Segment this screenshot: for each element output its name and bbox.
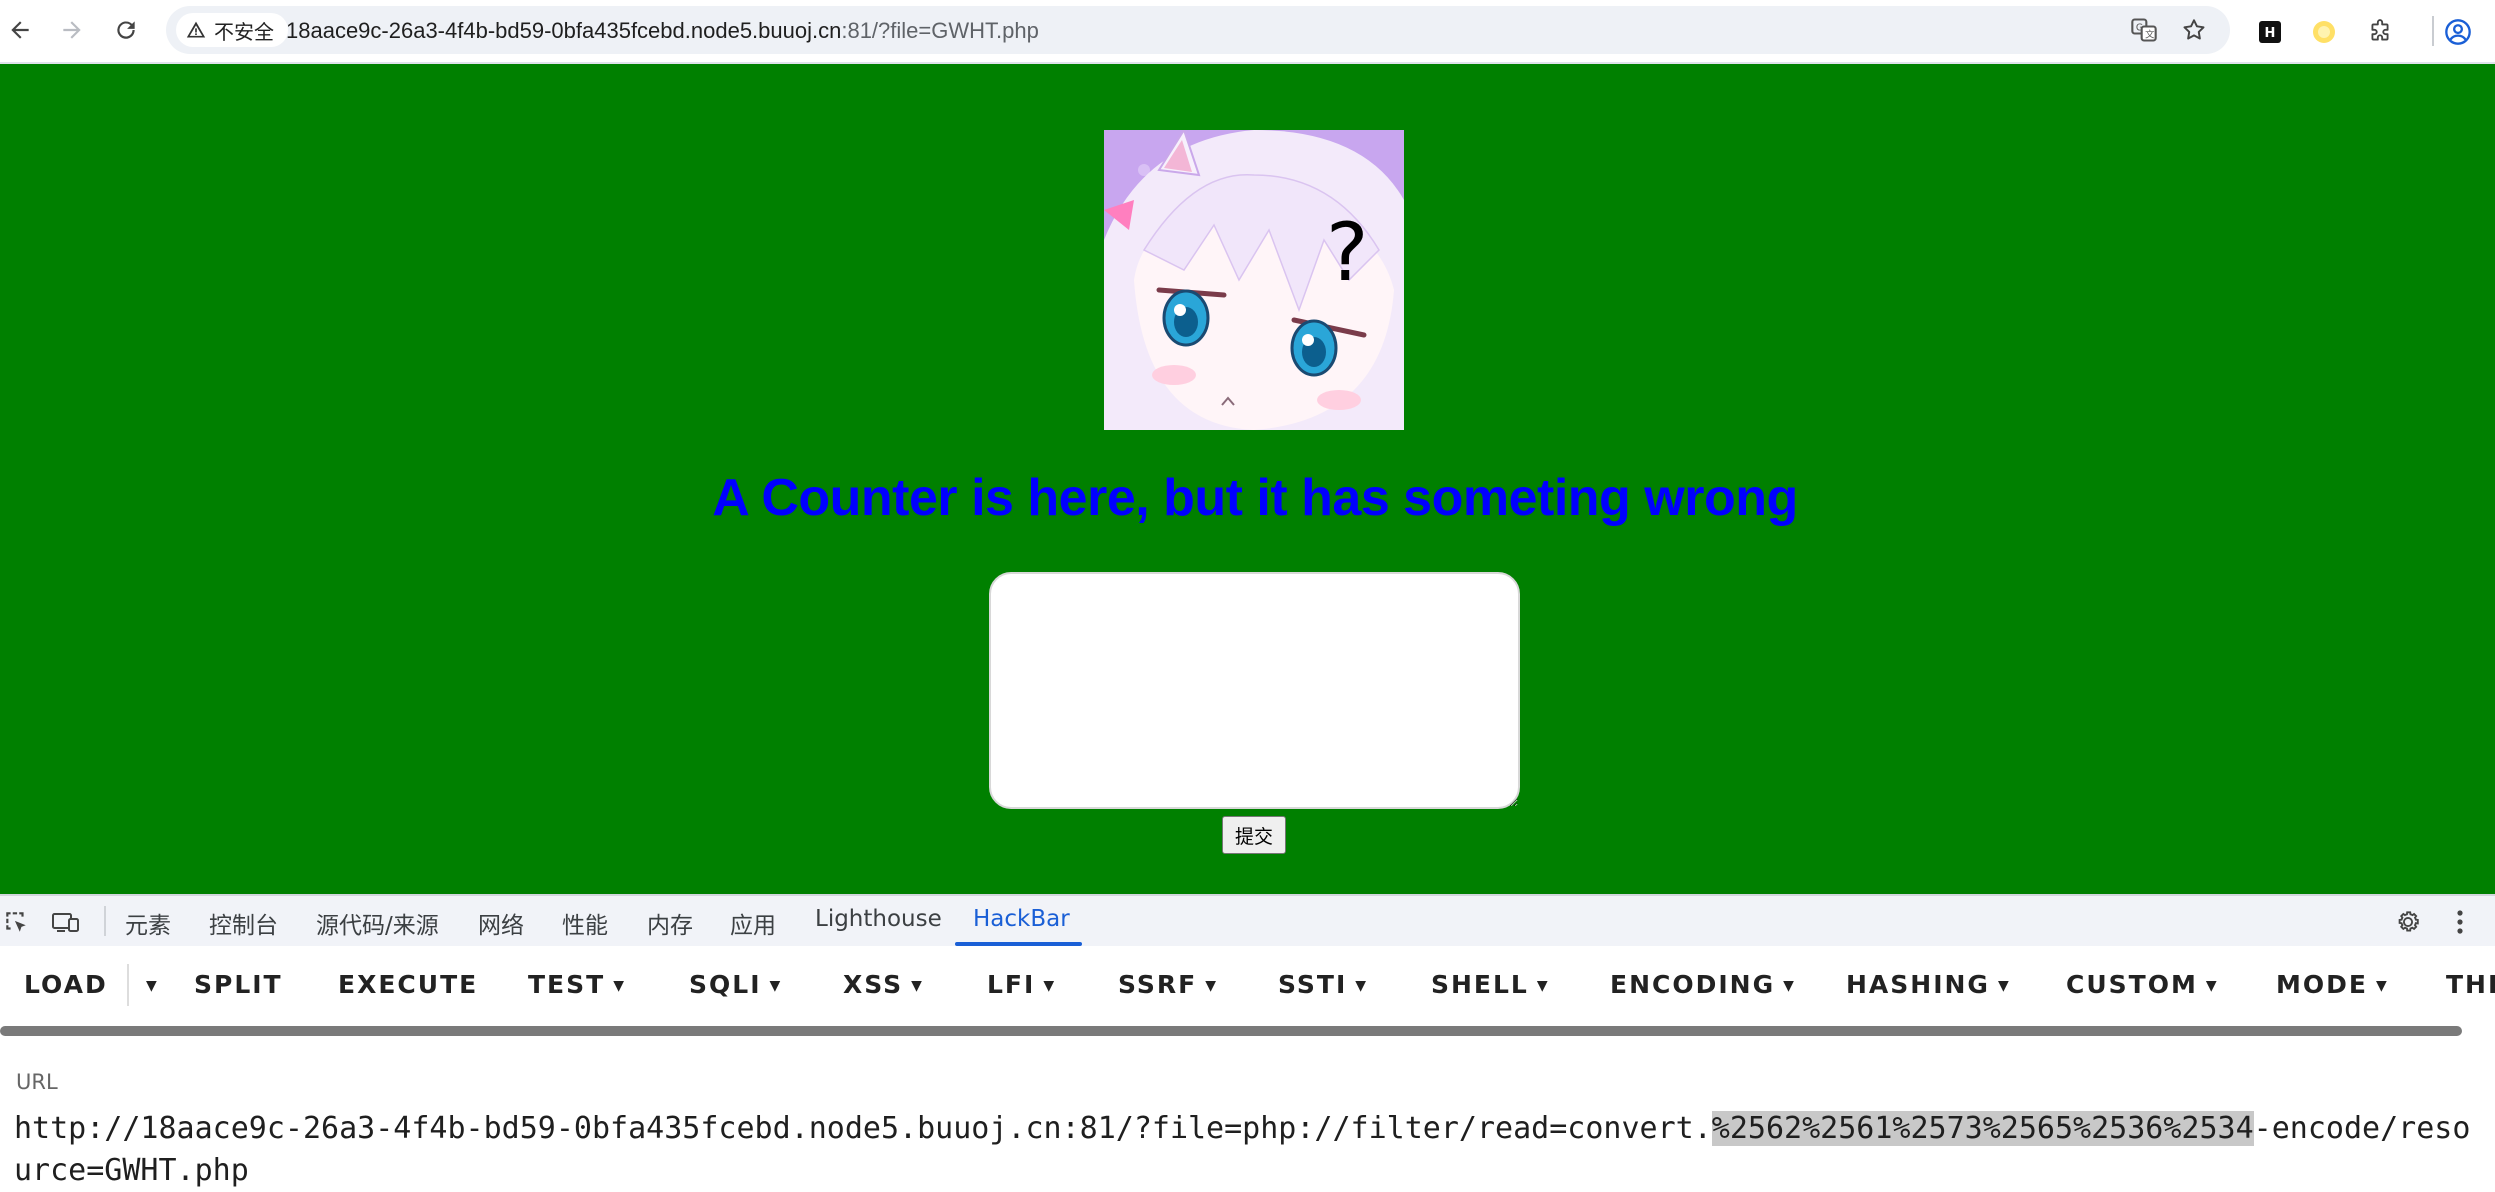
- hackbar-extension-icon[interactable]: H: [2250, 12, 2290, 52]
- hackbar-custom-menu[interactable]: CUSTOM ▼: [2066, 970, 2219, 999]
- hackbar-split-button[interactable]: SPLIT: [194, 970, 283, 999]
- profile-icon[interactable]: [2438, 12, 2478, 52]
- hackbar-custom-label: CUSTOM: [2066, 970, 2198, 999]
- hackbar-mode-label: MODE: [2276, 970, 2368, 999]
- url-field-label: URL: [16, 1070, 58, 1094]
- device-toggle-icon[interactable]: [50, 906, 82, 938]
- caret-down-icon: ▼: [1997, 978, 2011, 994]
- hackbar-lfi-menu[interactable]: LFI ▼: [987, 970, 1056, 999]
- url-prefix: http://18aace9c-26a3-4f4b-bd59-0bfa435fc…: [14, 1111, 1712, 1146]
- url-display[interactable]: 18aace9c-26a3-4f4b-bd59-0bfa435fcebd.nod…: [286, 18, 1039, 44]
- caret-down-icon: ▼: [769, 978, 783, 994]
- hackbar-toolbar-scrollbar[interactable]: [0, 1026, 2462, 1036]
- security-label: 不安全: [214, 21, 274, 44]
- bookmark-star-icon[interactable]: [2178, 14, 2210, 46]
- hackbar-url-textarea[interactable]: http://18aace9c-26a3-4f4b-bd59-0bfa435fc…: [14, 1108, 2474, 1192]
- caret-down-icon: ▼: [1205, 978, 1218, 994]
- hackbar-shell-menu[interactable]: SHELL ▼: [1431, 970, 1550, 999]
- forward-arrow-icon[interactable]: [52, 10, 92, 50]
- url-host: 18aace9c-26a3-4f4b-bd59-0bfa435fcebd.nod…: [286, 18, 842, 43]
- extension-circle-icon[interactable]: [2304, 12, 2344, 52]
- tab-hackbar[interactable]: HackBar: [973, 906, 1070, 932]
- hackbar-load-button[interactable]: LOAD: [24, 970, 108, 999]
- load-divider: [127, 964, 129, 1006]
- tab-performance[interactable]: 性能: [562, 906, 608, 940]
- hackbar-sqli-menu[interactable]: SQLI ▼: [689, 970, 782, 999]
- svg-text:H: H: [2265, 26, 2276, 41]
- toolbar-divider: [2432, 16, 2434, 46]
- tab-network[interactable]: 网络: [478, 906, 524, 940]
- anime-girl-image: ?: [1104, 130, 1404, 430]
- devtools-tabbar: 元素 控制台 源代码/来源 网络 性能 内存 应用 Lighthouse Hac…: [0, 894, 2495, 946]
- address-bar[interactable]: 不安全 18aace9c-26a3-4f4b-bd59-0bfa435fcebd…: [166, 6, 2230, 54]
- back-arrow-icon[interactable]: [0, 10, 40, 50]
- extensions-puzzle-icon[interactable]: [2360, 12, 2400, 52]
- caret-down-icon: ▼: [2375, 978, 2389, 994]
- devtools-divider: [104, 906, 106, 936]
- hackbar-shell-label: SHELL: [1431, 970, 1529, 999]
- hackbar-theme-label: THE: [2446, 970, 2495, 999]
- caret-down-icon: ▼: [146, 978, 159, 994]
- security-indicator[interactable]: 不安全: [176, 13, 288, 47]
- caret-down-icon: ▼: [1783, 978, 1796, 994]
- tab-memory[interactable]: 内存: [647, 906, 693, 940]
- tab-sources[interactable]: 源代码/来源: [316, 906, 439, 940]
- caret-down-icon: ▼: [1536, 978, 1550, 994]
- question-mark: ?: [1326, 206, 1368, 299]
- hackbar-split-label: SPLIT: [194, 970, 283, 999]
- svg-text:文: 文: [2145, 29, 2154, 41]
- page-viewport: ? A Counter is here, but it has someting…: [0, 64, 2495, 894]
- hackbar-sqli-label: SQLI: [689, 970, 762, 999]
- hackbar-mode-menu[interactable]: MODE ▼: [2276, 970, 2389, 999]
- hackbar-lfi-label: LFI: [987, 970, 1036, 999]
- hackbar-hashing-menu[interactable]: HASHING ▼: [1846, 970, 2011, 999]
- tab-application[interactable]: 应用: [730, 906, 776, 940]
- hackbar-execute-button[interactable]: EXECUTE: [338, 970, 478, 999]
- hackbar-xss-menu[interactable]: XSS ▼: [843, 970, 924, 999]
- more-options-icon[interactable]: [2444, 906, 2476, 938]
- hackbar-hashing-label: HASHING: [1846, 970, 1990, 999]
- hackbar-ssrf-menu[interactable]: SSRF ▼: [1118, 970, 1218, 999]
- hackbar-ssrf-label: SSRF: [1118, 970, 1198, 999]
- caret-down-icon: ▼: [1043, 978, 1057, 994]
- tab-elements[interactable]: 元素: [125, 906, 171, 940]
- hackbar-ssti-label: SSTI: [1278, 970, 1348, 999]
- hackbar-encoding-label: ENCODING: [1610, 970, 1776, 999]
- settings-gear-icon[interactable]: [2392, 906, 2424, 938]
- tab-console[interactable]: 控制台: [209, 906, 278, 940]
- page-title: A Counter is here, but it has someting w…: [712, 469, 1798, 527]
- counter-textarea[interactable]: [989, 572, 1520, 809]
- hackbar-load-label: LOAD: [24, 970, 108, 999]
- warning-icon: [186, 20, 206, 40]
- hackbar-toolbar: LOAD ▼ SPLIT EXECUTE TEST ▼ SQLI ▼ XSS ▼ LF…: [0, 946, 2495, 1028]
- hackbar-xss-label: XSS: [843, 970, 904, 999]
- caret-down-icon: ▼: [2205, 978, 2219, 994]
- caret-down-icon: ▼: [613, 978, 626, 994]
- hackbar-test-menu[interactable]: TEST ▼: [528, 970, 626, 999]
- hackbar-theme-menu[interactable]: THE: [2446, 970, 2495, 999]
- reload-icon[interactable]: [106, 10, 146, 50]
- hackbar-encoding-menu[interactable]: ENCODING ▼: [1610, 970, 1796, 999]
- hackbar-test-label: TEST: [528, 970, 606, 999]
- url-path: :81/?file=GWHT.php: [841, 18, 1039, 43]
- submit-button[interactable]: 提交: [1222, 816, 1286, 854]
- inspect-element-icon[interactable]: [0, 906, 32, 938]
- translate-icon[interactable]: G文: [2128, 14, 2160, 46]
- caret-down-icon: ▼: [1355, 978, 1369, 994]
- hackbar-execute-label: EXECUTE: [338, 970, 479, 999]
- hackbar-load-dropdown[interactable]: ▼: [138, 970, 159, 999]
- browser-toolbar: 不安全 18aace9c-26a3-4f4b-bd59-0bfa435fcebd…: [0, 0, 2495, 64]
- url-selected-text: %2562%2561%2573%2565%2536%2534: [1711, 1111, 2254, 1146]
- tab-lighthouse[interactable]: Lighthouse: [815, 906, 942, 932]
- caret-down-icon: ▼: [911, 978, 924, 994]
- hackbar-ssti-menu[interactable]: SSTI ▼: [1278, 970, 1368, 999]
